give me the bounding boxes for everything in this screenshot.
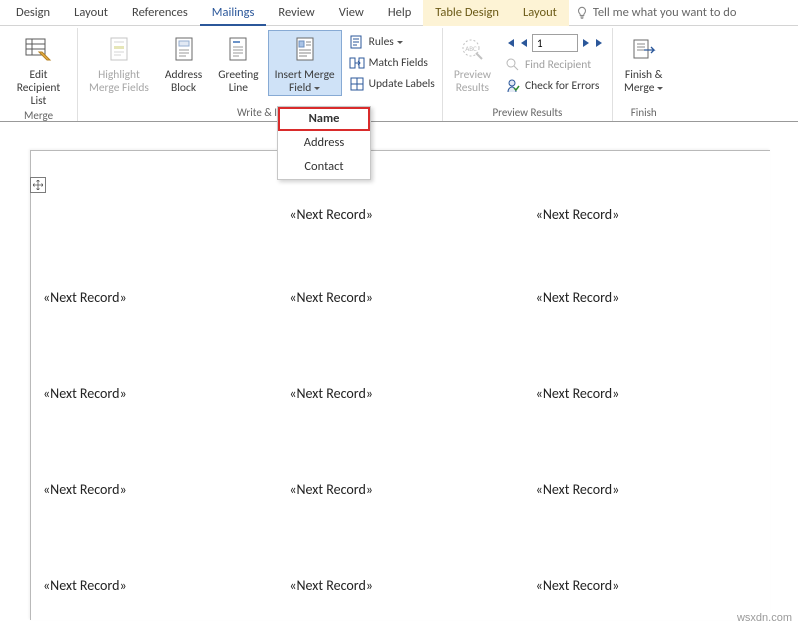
find-recipient-label: Find Recipient: [525, 58, 591, 72]
next-record-field: «Next Record»: [289, 206, 373, 223]
highlight-icon: [107, 33, 131, 67]
address-block-label: Address Block: [165, 69, 202, 95]
merge-field-contact[interactable]: Contact: [278, 155, 370, 179]
next-record-field: «Next Record»: [536, 206, 620, 223]
next-record-icon[interactable]: [581, 37, 591, 49]
next-record-field: «Next Record»: [536, 289, 620, 306]
tab-view[interactable]: View: [327, 0, 376, 26]
label-cell[interactable]: «Next Record»: [31, 537, 277, 633]
document-page: «Next Record» «Next Record» «Next Record…: [30, 150, 770, 620]
label-cell[interactable]: «Next Record»: [31, 345, 277, 441]
tab-bar: Design Layout References Mailings Review…: [0, 0, 798, 26]
match-fields-label: Match Fields: [369, 56, 428, 70]
label-cell[interactable]: [31, 179, 277, 249]
greeting-line-label: Greeting Line: [218, 69, 258, 95]
label-cell[interactable]: «Next Record»: [524, 537, 770, 633]
tab-references[interactable]: References: [120, 0, 200, 26]
update-labels-icon: [349, 76, 365, 92]
greeting-line-button[interactable]: Greeting Line: [211, 30, 265, 96]
next-record-field: «Next Record»: [289, 577, 373, 594]
label-cell[interactable]: «Next Record»: [277, 179, 523, 249]
check-errors-button[interactable]: Check for Errors: [502, 76, 608, 96]
next-record-field: «Next Record»: [289, 481, 373, 498]
find-recipient-button[interactable]: Find Recipient: [502, 55, 608, 75]
match-fields-button[interactable]: Match Fields: [346, 53, 438, 73]
address-block-button[interactable]: Address Block: [158, 30, 209, 96]
address-block-icon: [172, 33, 196, 67]
rules-label: Rules: [369, 35, 403, 49]
label-cell[interactable]: «Next Record»: [524, 441, 770, 537]
label-cell[interactable]: «Next Record»: [31, 249, 277, 345]
tell-me-text: Tell me what you want to do: [593, 5, 737, 20]
label-grid: «Next Record» «Next Record» «Next Record…: [31, 151, 770, 633]
insert-merge-field-label: Insert Merge Field: [275, 69, 335, 95]
prev-record-icon[interactable]: [519, 37, 529, 49]
tell-me[interactable]: Tell me what you want to do: [575, 5, 737, 20]
table-move-handle[interactable]: [30, 177, 46, 193]
insert-merge-field-button[interactable]: Insert Merge Field: [268, 30, 342, 96]
group-label-finish: Finish: [617, 106, 670, 121]
next-record-field: «Next Record»: [536, 481, 620, 498]
record-number-input[interactable]: [532, 34, 578, 52]
finish-merge-label: Finish & Merge: [624, 69, 663, 95]
update-labels-button[interactable]: Update Labels: [346, 74, 438, 94]
tab-layout[interactable]: Layout: [62, 0, 120, 26]
check-errors-label: Check for Errors: [525, 79, 599, 93]
label-cell[interactable]: «Next Record»: [31, 441, 277, 537]
next-record-field: «Next Record»: [536, 385, 620, 402]
tab-layout-context[interactable]: Layout: [511, 0, 569, 26]
merge-field-address[interactable]: Address: [278, 131, 370, 155]
finish-merge-button[interactable]: Finish & Merge: [617, 30, 670, 96]
tab-table-design[interactable]: Table Design: [423, 0, 511, 26]
highlight-merge-fields-button[interactable]: Highlight Merge Fields: [82, 30, 156, 96]
ribbon: Edit Recipient List Merge Highlight Merg…: [0, 26, 798, 122]
label-cell[interactable]: «Next Record»: [524, 179, 770, 249]
insert-merge-field-icon: [293, 33, 317, 67]
insert-merge-field-menu: Name Address Contact: [277, 106, 371, 180]
rules-button[interactable]: Rules: [346, 32, 438, 52]
highlight-label: Highlight Merge Fields: [89, 69, 149, 95]
find-recipient-icon: [505, 57, 521, 73]
lightbulb-icon: [575, 6, 589, 20]
tab-review[interactable]: Review: [266, 0, 326, 26]
preview-results-button[interactable]: ABC Preview Results: [447, 30, 498, 96]
merge-field-name[interactable]: Name: [278, 107, 370, 131]
group-label-merge: Merge: [4, 109, 73, 124]
recipient-list-icon: [24, 33, 54, 67]
group-label-preview: Preview Results: [447, 106, 608, 121]
label-cell[interactable]: «Next Record»: [277, 441, 523, 537]
update-labels-label: Update Labels: [369, 77, 435, 91]
watermark: wsxdn.com: [737, 612, 792, 624]
first-record-icon[interactable]: [504, 37, 516, 49]
next-record-field: «Next Record»: [43, 289, 127, 306]
label-cell[interactable]: «Next Record»: [524, 249, 770, 345]
next-record-field: «Next Record»: [43, 577, 127, 594]
svg-text:ABC: ABC: [466, 44, 478, 53]
finish-merge-icon: [630, 33, 658, 67]
last-record-icon[interactable]: [594, 37, 606, 49]
tab-mailings[interactable]: Mailings: [200, 0, 267, 26]
tab-help[interactable]: Help: [376, 0, 423, 26]
greeting-line-icon: [226, 33, 250, 67]
preview-results-icon: ABC: [457, 33, 487, 67]
check-errors-icon: [505, 78, 521, 94]
next-record-field: «Next Record»: [43, 481, 127, 498]
next-record-field: «Next Record»: [289, 289, 373, 306]
next-record-field: «Next Record»: [536, 577, 620, 594]
label-cell[interactable]: «Next Record»: [277, 537, 523, 633]
tab-design[interactable]: Design: [4, 0, 62, 26]
group-label-write: Write & In: [82, 106, 438, 121]
edit-recipient-list-button[interactable]: Edit Recipient List: [4, 30, 73, 109]
rules-icon: [349, 34, 365, 50]
match-fields-icon: [349, 55, 365, 71]
label-cell[interactable]: «Next Record»: [524, 345, 770, 441]
next-record-field: «Next Record»: [43, 385, 127, 402]
record-navigator: [502, 32, 608, 54]
label-cell[interactable]: «Next Record»: [277, 345, 523, 441]
edit-recipient-list-label: Edit Recipient List: [11, 69, 66, 108]
label-cell[interactable]: «Next Record»: [277, 249, 523, 345]
preview-results-label: Preview Results: [454, 69, 491, 95]
next-record-field: «Next Record»: [289, 385, 373, 402]
